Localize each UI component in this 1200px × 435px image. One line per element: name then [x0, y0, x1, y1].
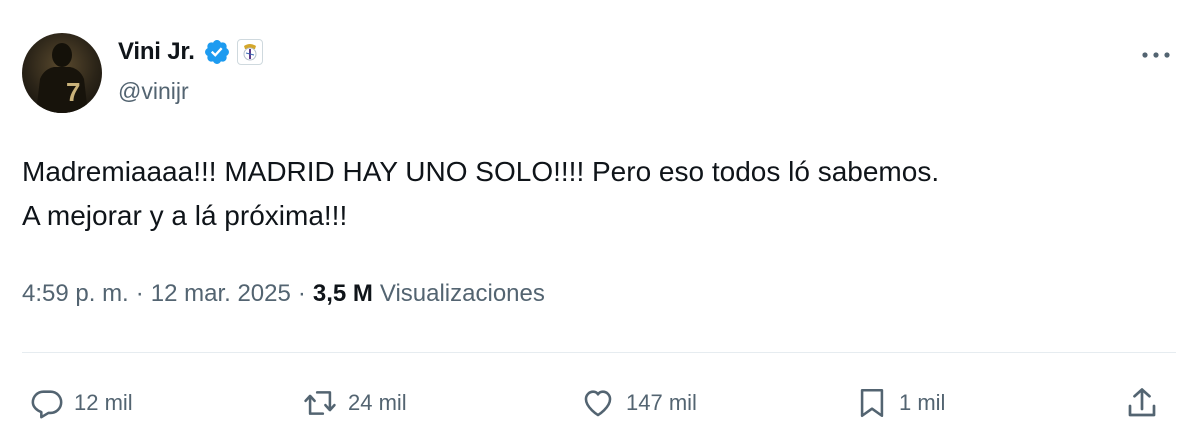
reply-count: 12 mil	[74, 390, 133, 415]
action-bar: 12 mil 24 mil 147 mil 1 mil	[0, 378, 1200, 428]
more-options-button[interactable]	[1138, 40, 1174, 70]
author-handle[interactable]: @vinijr	[118, 78, 189, 105]
tweet-date[interactable]: 12 mar. 2025	[151, 280, 291, 308]
tweet-text: Madremiaaaa!!! MADRID HAY UNO SOLO!!!! P…	[22, 156, 940, 231]
meta-separator: ·	[135, 280, 144, 307]
heart-icon	[584, 390, 612, 417]
verified-badge-icon	[204, 40, 229, 64]
bookmark-icon	[860, 388, 884, 418]
tweet-time[interactable]: 4:59 p. m.	[22, 280, 129, 308]
retweet-button[interactable]: 24 mil	[302, 378, 407, 428]
like-button[interactable]: 147 mil	[580, 378, 697, 428]
share-icon	[1128, 388, 1156, 417]
share-button[interactable]	[1124, 378, 1160, 428]
retweet-count: 24 mil	[348, 390, 407, 415]
divider	[22, 352, 1176, 353]
author-display-name[interactable]: Vini Jr.	[118, 38, 195, 66]
author-name-row: Vini Jr.	[118, 36, 263, 68]
avatar[interactable]: 7	[22, 33, 102, 113]
retweet-icon	[304, 391, 336, 415]
views-label: Visualizaciones	[379, 280, 545, 307]
views-count: 3,5 M	[312, 280, 373, 307]
reply-button[interactable]: 12 mil	[30, 378, 133, 428]
tweet-card: 7 Vini Jr. @vinijr Madremiaaaa!!! MADRID…	[0, 0, 1200, 435]
reply-icon	[31, 390, 63, 419]
more-dots-icon	[1142, 52, 1170, 58]
bookmark-count: 1 mil	[899, 390, 946, 415]
avatar-jersey-number: 7	[66, 77, 80, 107]
bookmark-button[interactable]: 1 mil	[855, 378, 945, 428]
like-count: 147 mil	[626, 390, 697, 415]
meta-separator: ·	[297, 280, 306, 307]
tweet-meta: 4:59 p. m. · 12 mar. 2025 · 3,5 M Visual…	[22, 280, 545, 308]
real-madrid-crest-icon[interactable]	[236, 39, 263, 65]
